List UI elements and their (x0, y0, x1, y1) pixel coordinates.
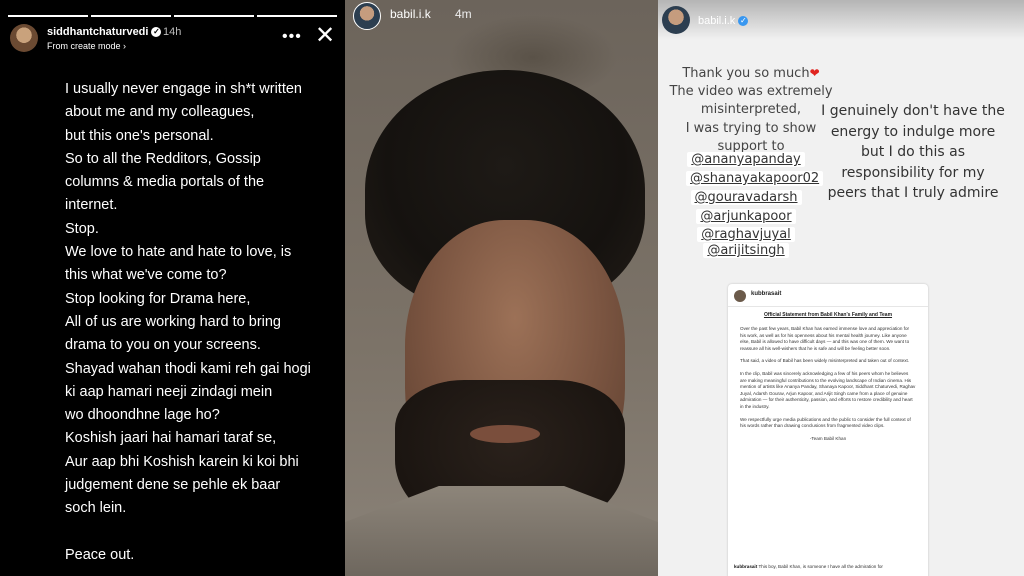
energy-text: I genuinely don't have the energy to ind… (813, 101, 1013, 204)
energy-line: but I do this as (860, 144, 966, 160)
story-progress-bars (8, 15, 337, 17)
thanks-line: Thank you so much❤ (682, 66, 820, 81)
avatar[interactable] (353, 2, 381, 30)
story-panel-siddhant: siddhantchaturvedi ✓ 14h From create mode… (0, 0, 345, 576)
post-time: 4m (455, 7, 472, 21)
username[interactable]: babil.i.k ✓ (698, 15, 749, 27)
story-line: So to all the Redditors, Gossip (65, 150, 261, 167)
story-line: All of us are working hard to bring (65, 313, 281, 330)
caption-username: kubbrasait (734, 564, 758, 569)
energy-line: peers that I truly admire (827, 185, 999, 201)
story-line: Stop looking for Drama here, (65, 290, 251, 307)
shared-post-card[interactable]: kubbrasait Official Statement from Babil… (728, 284, 928, 576)
statement-title: Official Statement from Babil Khan's Fam… (763, 312, 893, 318)
create-mode-link[interactable]: From create mode › (47, 41, 126, 51)
card-username: kubbrasait (751, 291, 782, 297)
mention-tag[interactable]: @arijitsingh (686, 243, 806, 258)
story-line: this what we've come to? (65, 267, 227, 284)
heart-icon: ❤ (809, 66, 820, 80)
progress-segment (174, 15, 254, 17)
verified-badge-icon: ✓ (151, 27, 162, 38)
mention-tag[interactable]: @shanayakapoor02 (686, 171, 824, 186)
chevron-right-icon: › (123, 41, 127, 51)
energy-line: energy to indulge more (830, 123, 996, 140)
username[interactable]: babil.i.k (390, 7, 431, 21)
thanks-line: misinterpreted, (700, 102, 802, 117)
divider (728, 306, 928, 307)
story-line: judgement dene se pehle ek baar (65, 477, 281, 494)
story-line: Peace out. (65, 546, 135, 563)
statement-paragraph: In the clip, Babil was sincerely acknowl… (740, 370, 916, 409)
statement-signature: -Team Babil Khan (809, 435, 847, 441)
caption-text: This boy, Babil Khan, is someone I have … (758, 564, 883, 569)
story-line: We love to hate and hate to love, is (65, 244, 292, 261)
story-line: drama to you on your screens. (65, 337, 261, 354)
progress-segment (91, 15, 171, 17)
story-line: Koshish jaari hai hamari taraf se, (65, 430, 277, 447)
mention-tag[interactable]: @raghavjuyal (686, 227, 806, 242)
story-line: columns & media portals of the (65, 174, 265, 191)
story-line: I usually never engage in sh*t written (65, 81, 302, 97)
person-mouth (470, 425, 540, 443)
story-line: about me and my colleagues, (65, 104, 255, 121)
username[interactable]: siddhantchaturvedi ✓ (47, 26, 162, 38)
statement-body: Over the past few years, Babil Khan has … (740, 326, 916, 442)
statement-paragraph: We respectfully urge media publications … (740, 416, 911, 429)
progress-segment (8, 15, 88, 17)
thanks-line: I was trying to show (685, 120, 817, 136)
story-line: ki aap hamari neeji zindagi mein (65, 383, 273, 400)
story-line: Aur aap bhi Koshish karein ki koi bhi (65, 453, 299, 470)
story-line (65, 521, 335, 544)
thanks-line: The video was extremely (669, 83, 833, 99)
story-line: internet. (65, 197, 118, 214)
mention-tag[interactable]: @ananyapanday (686, 152, 806, 167)
story-panel-babil-video: babil.i.k 4m (345, 0, 658, 576)
story-text: I usually never engage in sh*t written a… (65, 78, 335, 567)
energy-line: responsibility for my (841, 164, 985, 181)
verified-badge-icon: ✓ (738, 16, 749, 27)
mention-tag[interactable]: @arjunkapoor (686, 209, 806, 224)
post-time: 14h (163, 26, 182, 38)
avatar (734, 290, 746, 302)
close-icon[interactable]: ✕ (315, 24, 335, 48)
story-line: but this one's personal. (65, 127, 214, 144)
story-line: wo dhoondhne lage ho? (65, 407, 220, 424)
energy-line: I genuinely don't have the (821, 103, 1005, 119)
story-line: Shayad wahan thodi kami reh gai hogi (65, 360, 311, 377)
story-panel-babil-text: babil.i.k ✓ Thank you so much❤ The video … (658, 0, 1024, 576)
more-options-icon[interactable]: ••• (282, 28, 302, 46)
statement-paragraph: Over the past few years, Babil Khan has … (740, 326, 910, 351)
mention-tag[interactable]: @gouravadarsh (686, 190, 806, 205)
avatar[interactable] (10, 24, 38, 52)
story-line: soch lein. (65, 500, 127, 517)
avatar[interactable] (662, 6, 690, 34)
statement-paragraph: That said, a video of Babil has been wid… (740, 358, 910, 364)
story-line: Stop. (65, 220, 99, 237)
card-caption: kubbrasait This boy, Babil Khan, is some… (734, 564, 922, 570)
progress-segment (257, 15, 337, 17)
thanks-text: Thank you so much❤ The video was extreme… (666, 64, 836, 157)
